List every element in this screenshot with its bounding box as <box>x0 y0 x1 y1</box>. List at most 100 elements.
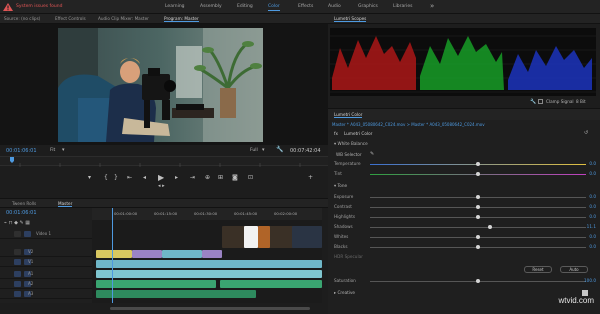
workspace-learning[interactable]: Learning <box>165 4 185 9</box>
warning-icon[interactable] <box>2 2 14 12</box>
tint-row[interactable]: Tint 0.0 <box>334 170 596 178</box>
export-frame-icon[interactable]: ◙ <box>232 174 238 181</box>
whites-knob[interactable] <box>476 235 480 239</box>
source-patch[interactable] <box>14 291 21 297</box>
source-patch[interactable] <box>14 249 21 255</box>
exposure-row[interactable]: Exposure 0.0 <box>334 193 596 201</box>
shadows-row[interactable]: Shadows 11.1 <box>334 223 596 231</box>
go-to-in-icon[interactable]: ⇤ <box>127 174 132 181</box>
tint-knob[interactable] <box>476 172 480 176</box>
source-patch[interactable] <box>14 231 21 237</box>
reset-effect-icon[interactable]: ↺ <box>584 130 588 136</box>
overwrite-icon[interactable]: ⊞ <box>218 174 223 181</box>
contrast-row[interactable]: Contrast 0.0 <box>334 203 596 211</box>
clip-a3[interactable] <box>96 290 256 298</box>
timeline-timecode[interactable]: 00:01:06:01 <box>6 210 37 216</box>
clip-v2-blue[interactable] <box>292 226 322 248</box>
program-time-ruler[interactable] <box>0 156 328 167</box>
workspace-graphics[interactable]: Graphics <box>358 4 378 9</box>
clip-a2[interactable] <box>96 280 216 288</box>
clip-v2-white[interactable] <box>244 226 258 248</box>
workspace-libraries[interactable]: Libraries <box>393 4 412 9</box>
lumetri-scopes-title[interactable]: Lumetri Scopes <box>334 16 367 22</box>
wrench-icon[interactable]: 🔧 <box>276 146 283 153</box>
workspace-overflow-icon[interactable]: » <box>430 2 434 10</box>
jog-arrows-icon[interactable]: ◂ ▸ <box>158 183 165 189</box>
add-button-icon[interactable]: + <box>308 174 313 181</box>
saturation-row[interactable]: Saturation 100.0 <box>334 277 596 285</box>
scrollbar-thumb[interactable] <box>110 307 310 310</box>
clip-v2-orange[interactable] <box>258 226 270 248</box>
track-header-a2[interactable]: A2 <box>0 280 92 289</box>
track-target[interactable] <box>24 231 31 237</box>
creative-section[interactable]: ▸ Creative <box>334 290 355 295</box>
chevron-down-icon[interactable]: ▾ <box>262 147 265 153</box>
chevron-down-icon[interactable]: ▾ <box>62 147 65 153</box>
mark-out-icon[interactable]: } <box>114 174 118 181</box>
track-header-v1[interactable]: V1 <box>0 258 92 267</box>
whites-row[interactable]: Whites 0.0 <box>334 233 596 241</box>
exposure-value[interactable]: 0.0 <box>589 194 596 199</box>
clip-a2b[interactable] <box>220 280 322 288</box>
play-icon[interactable]: ▶ <box>158 173 164 182</box>
auto-button[interactable]: Auto <box>560 266 588 273</box>
source-patch[interactable] <box>14 281 21 287</box>
program-timecode[interactable]: 00:01:06:01 <box>6 148 37 154</box>
clip-v1-yellow[interactable] <box>96 250 132 258</box>
source-patch[interactable] <box>14 259 21 265</box>
track-header-a1[interactable]: A1 <box>0 270 92 279</box>
temperature-row[interactable]: Temperature 0.0 <box>334 160 596 168</box>
step-forward-icon[interactable]: ▸ <box>175 174 178 181</box>
temperature-knob[interactable] <box>476 162 480 166</box>
clip-a1[interactable] <box>96 270 322 278</box>
eyedropper-icon[interactable]: ✎ <box>370 151 374 157</box>
snap-icon[interactable]: ⌁ ⊓ ◆ ✎ ▦ <box>4 220 30 226</box>
track-header-a3[interactable]: A3 <box>0 290 92 299</box>
mark-in-icon[interactable]: { <box>104 174 108 181</box>
tone-section[interactable]: ▾ Tone <box>334 183 347 188</box>
go-to-out-icon[interactable]: ⇥ <box>190 174 195 181</box>
shadows-knob[interactable] <box>488 225 492 229</box>
clip-path[interactable]: Master * A043_05080642_C024.mov > Master… <box>332 122 485 127</box>
track-header-v2[interactable]: V2 <box>0 248 92 257</box>
effect-name[interactable]: Lumetri Color <box>344 131 372 136</box>
program-video-frame[interactable] <box>58 28 263 142</box>
timeline-scrollbar[interactable] <box>0 303 328 314</box>
clip-v1-purple[interactable] <box>202 250 222 258</box>
saturation-knob[interactable] <box>476 279 480 283</box>
saturation-value[interactable]: 100.0 <box>584 278 596 283</box>
workspace-audio[interactable]: Audio <box>328 4 341 9</box>
timeline-ruler[interactable]: 00:01:00:00 00:01:15:00 00:01:30:00 00:0… <box>92 208 322 220</box>
marker-icon[interactable]: ▾ <box>88 174 91 181</box>
tint-value[interactable]: 0.0 <box>589 171 596 176</box>
workspace-effects[interactable]: Effects <box>298 4 313 9</box>
tab-master-sequence[interactable]: Master <box>58 201 73 207</box>
insert-icon[interactable]: ⊕ <box>205 174 210 181</box>
tab-effect-controls[interactable]: Effect Controls <box>55 16 86 21</box>
workspace-assembly[interactable]: Assembly <box>200 4 222 9</box>
quality-dropdown[interactable]: Full <box>250 148 258 153</box>
clamp-signal-checkbox[interactable] <box>538 99 543 104</box>
shadows-slider[interactable] <box>370 227 586 228</box>
tab-program-master[interactable]: Program: Master <box>164 16 199 22</box>
blacks-knob[interactable] <box>476 245 480 249</box>
button-editor-icon[interactable]: ⊡ <box>248 174 253 181</box>
source-patch[interactable] <box>14 271 21 277</box>
timeline-tracks[interactable]: 00:01:00:00 00:01:15:00 00:01:30:00 00:0… <box>92 208 322 303</box>
highlights-value[interactable]: 0.0 <box>589 214 596 219</box>
temperature-value[interactable]: 0.0 <box>589 161 596 166</box>
workspace-editing[interactable]: Editing <box>237 4 253 9</box>
contrast-value[interactable]: 0.0 <box>589 204 596 209</box>
tab-tween-rolls[interactable]: Tween Rolls <box>12 201 36 206</box>
clip-v1-main[interactable] <box>96 260 322 268</box>
blacks-row[interactable]: Blacks 0.0 <box>334 243 596 251</box>
lumetri-color-title[interactable]: Lumetri Color <box>334 112 363 118</box>
whites-value[interactable]: 0.0 <box>589 234 596 239</box>
tab-audio-clip-mixer[interactable]: Audio Clip Mixer: Master <box>98 16 149 21</box>
tab-source[interactable]: Source: (no clips) <box>4 16 40 21</box>
reset-button[interactable]: Reset <box>524 266 552 273</box>
exposure-knob[interactable] <box>476 195 480 199</box>
highlights-knob[interactable] <box>476 215 480 219</box>
timeline-playhead[interactable] <box>112 208 113 303</box>
wrench-icon[interactable]: 🔧 <box>530 99 536 105</box>
